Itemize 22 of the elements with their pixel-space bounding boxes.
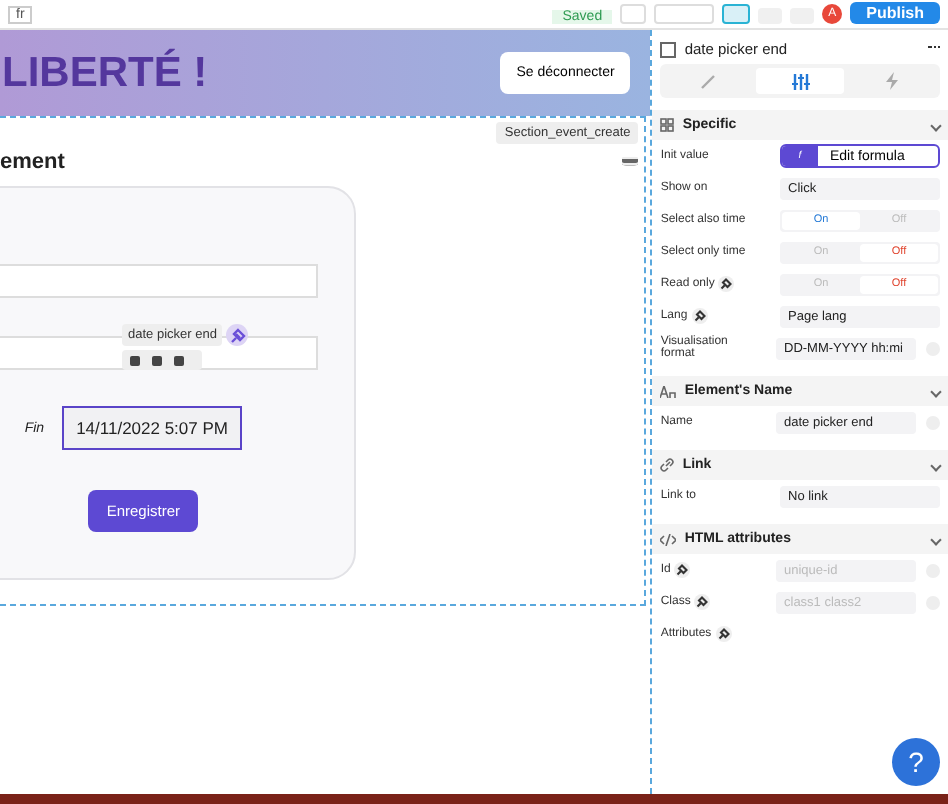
plug-icon[interactable] <box>674 562 691 578</box>
plug-icon[interactable] <box>718 276 735 292</box>
device-icon[interactable] <box>722 4 751 24</box>
plug-icon[interactable] <box>694 594 711 610</box>
plug-icon[interactable] <box>715 626 732 642</box>
sliders-tab[interactable] <box>756 68 845 94</box>
link-icon <box>660 458 675 472</box>
pencil-icon <box>700 73 717 89</box>
more-icon[interactable] <box>928 46 940 52</box>
menu-icon[interactable] <box>622 156 639 166</box>
bolt-icon <box>886 72 899 90</box>
date-field[interactable]: 14/11/2022 5:07 PM <box>62 406 242 450</box>
sliders-icon <box>791 73 810 89</box>
plug-icon[interactable] <box>691 308 708 324</box>
brand-title: LIBERTÉ ! <box>2 49 208 97</box>
text-icon <box>660 385 677 397</box>
publish-button[interactable]: Publish <box>850 2 940 24</box>
code-icon <box>660 533 677 545</box>
help-button[interactable]: ? <box>892 738 940 786</box>
input-field[interactable] <box>0 264 318 298</box>
page-heading: ement <box>0 150 65 174</box>
plug-icon[interactable] <box>226 324 249 346</box>
